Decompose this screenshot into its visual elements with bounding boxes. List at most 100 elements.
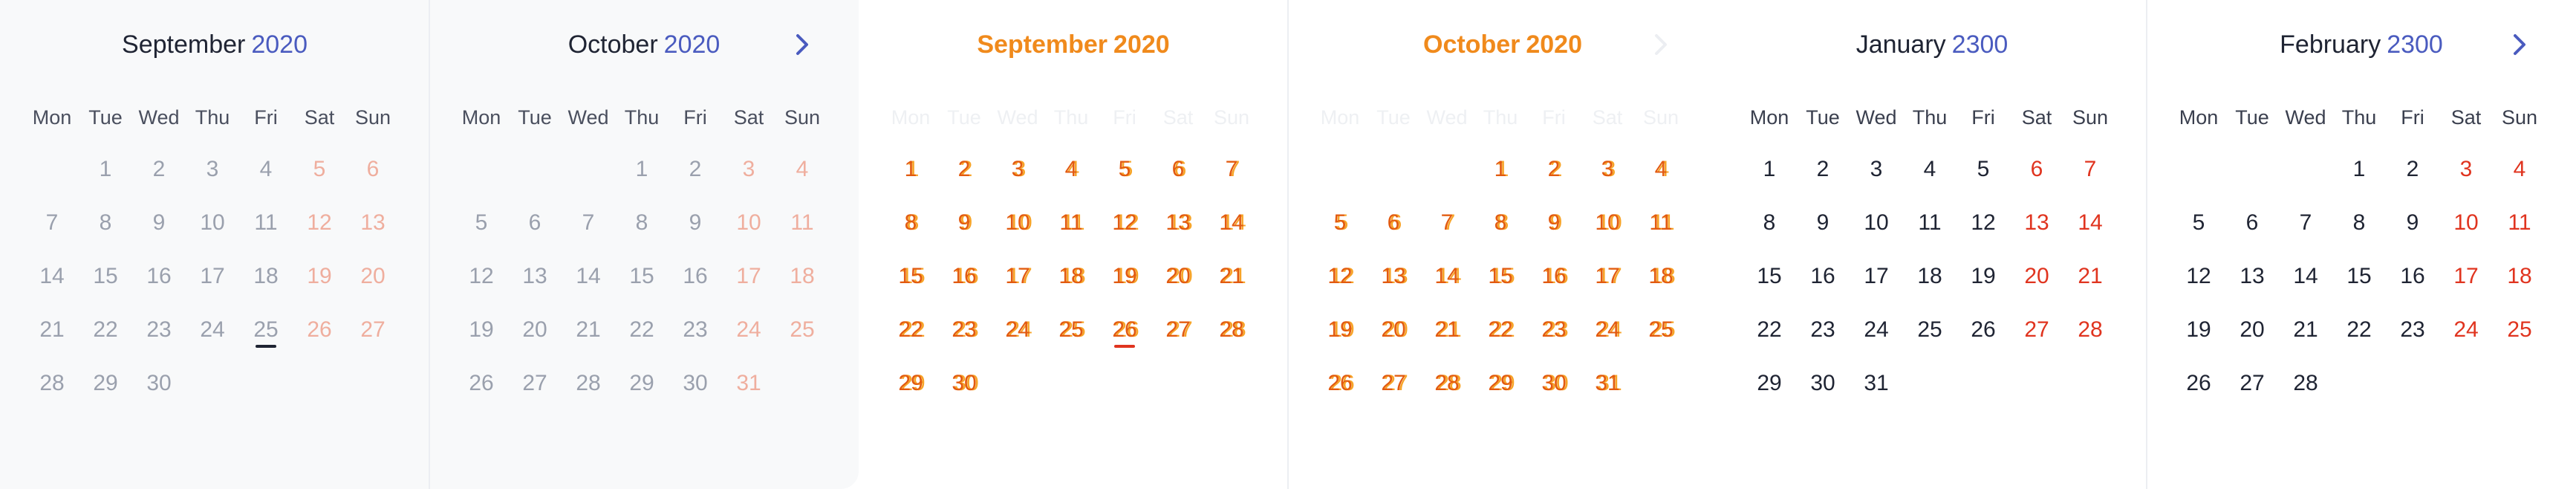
day-cell[interactable]: 29 <box>79 357 132 410</box>
day-cell[interactable]: 20 <box>1151 250 1205 303</box>
next-month-button[interactable] <box>2505 27 2534 62</box>
day-cell[interactable]: 24 <box>991 303 1044 357</box>
day-cell[interactable]: 9 <box>2386 196 2439 250</box>
day-cell[interactable]: 10 <box>1581 196 1634 250</box>
day-cell[interactable]: 1 <box>2332 143 2386 196</box>
day-cell[interactable]: 9 <box>937 196 991 250</box>
day-cell[interactable]: 16 <box>937 250 991 303</box>
day-cell[interactable]: 22 <box>615 303 669 357</box>
day-cell[interactable]: 5 <box>1957 143 2010 196</box>
day-cell[interactable]: 5 <box>1098 143 1151 196</box>
day-cell[interactable]: 23 <box>937 303 991 357</box>
day-cell[interactable]: 24 <box>2439 303 2493 357</box>
day-cell[interactable]: 8 <box>79 196 132 250</box>
year-label[interactable]: 2020 <box>1113 30 1170 59</box>
day-cell[interactable]: 7 <box>1205 143 1258 196</box>
day-cell[interactable]: 3 <box>1581 143 1634 196</box>
next-month-button[interactable] <box>1646 27 1676 62</box>
day-cell[interactable]: 10 <box>2439 196 2493 250</box>
day-cell[interactable]: 13 <box>1367 250 1420 303</box>
day-cell[interactable]: 19 <box>1098 250 1151 303</box>
day-cell[interactable]: 22 <box>1743 303 1796 357</box>
year-label[interactable]: 2300 <box>1952 30 2009 59</box>
day-cell[interactable]: 29 <box>1743 357 1796 410</box>
day-cell[interactable]: 9 <box>1527 196 1581 250</box>
day-cell[interactable]: 2 <box>1796 143 1850 196</box>
day-cell[interactable]: 28 <box>2279 357 2332 410</box>
day-cell[interactable]: 13 <box>2225 250 2279 303</box>
day-cell[interactable]: 16 <box>1527 250 1581 303</box>
day-cell[interactable]: 6 <box>508 196 562 250</box>
day-cell[interactable]: 21 <box>562 303 615 357</box>
day-cell[interactable]: 8 <box>1474 196 1527 250</box>
day-cell[interactable]: 30 <box>1527 357 1581 410</box>
day-cell[interactable]: 15 <box>615 250 669 303</box>
day-cell[interactable]: 28 <box>1205 303 1258 357</box>
day-cell[interactable]: 12 <box>1957 196 2010 250</box>
day-cell[interactable]: 30 <box>669 357 722 410</box>
day-cell[interactable]: 23 <box>132 303 186 357</box>
day-cell[interactable]: 8 <box>615 196 669 250</box>
day-cell[interactable]: 8 <box>2332 196 2386 250</box>
day-cell[interactable]: 14 <box>1205 196 1258 250</box>
day-cell[interactable]: 24 <box>186 303 239 357</box>
day-cell[interactable]: 27 <box>346 303 400 357</box>
day-cell[interactable]: 2 <box>669 143 722 196</box>
day-cell[interactable]: 12 <box>455 250 508 303</box>
day-cell[interactable]: 31 <box>1581 357 1634 410</box>
day-cell[interactable]: 25 <box>775 303 829 357</box>
day-cell[interactable]: 12 <box>1098 196 1151 250</box>
day-cell[interactable]: 18 <box>2493 250 2546 303</box>
day-cell[interactable]: 11 <box>239 196 293 250</box>
day-cell[interactable]: 16 <box>132 250 186 303</box>
day-cell[interactable]: 25 <box>2493 303 2546 357</box>
day-cell[interactable]: 28 <box>2063 303 2117 357</box>
day-cell[interactable]: 18 <box>239 250 293 303</box>
day-cell[interactable]: 12 <box>2172 250 2225 303</box>
day-cell[interactable]: 27 <box>1367 357 1420 410</box>
day-cell[interactable]: 9 <box>132 196 186 250</box>
day-cell[interactable]: 17 <box>1581 250 1634 303</box>
day-cell[interactable]: 3 <box>1850 143 1903 196</box>
day-cell[interactable]: 13 <box>2010 196 2063 250</box>
day-cell-today[interactable]: 26 <box>1098 303 1151 357</box>
day-cell[interactable]: 6 <box>346 143 400 196</box>
day-cell[interactable]: 26 <box>2172 357 2225 410</box>
day-cell[interactable]: 17 <box>1850 250 1903 303</box>
day-cell[interactable]: 19 <box>1957 250 2010 303</box>
day-cell[interactable]: 17 <box>2439 250 2493 303</box>
day-cell[interactable]: 30 <box>132 357 186 410</box>
day-cell[interactable]: 26 <box>1957 303 2010 357</box>
day-cell[interactable]: 21 <box>1420 303 1474 357</box>
day-cell[interactable]: 24 <box>1850 303 1903 357</box>
day-cell[interactable]: 17 <box>991 250 1044 303</box>
day-cell[interactable]: 19 <box>2172 303 2225 357</box>
day-cell[interactable]: 13 <box>1151 196 1205 250</box>
day-cell[interactable]: 23 <box>1796 303 1850 357</box>
day-cell[interactable]: 7 <box>562 196 615 250</box>
day-cell[interactable]: 29 <box>615 357 669 410</box>
day-cell[interactable]: 29 <box>1474 357 1527 410</box>
day-cell[interactable]: 26 <box>455 357 508 410</box>
day-cell[interactable]: 2 <box>1527 143 1581 196</box>
day-cell[interactable]: 25 <box>1903 303 1957 357</box>
day-cell[interactable]: 11 <box>775 196 829 250</box>
next-month-button[interactable] <box>787 27 817 62</box>
day-cell[interactable]: 10 <box>722 196 775 250</box>
day-cell[interactable]: 7 <box>2279 196 2332 250</box>
day-cell[interactable]: 8 <box>884 196 937 250</box>
day-cell-today[interactable]: 25 <box>239 303 293 357</box>
day-cell[interactable]: 18 <box>1903 250 1957 303</box>
day-cell[interactable]: 15 <box>884 250 937 303</box>
day-cell[interactable]: 30 <box>937 357 991 410</box>
day-cell[interactable]: 9 <box>1796 196 1850 250</box>
day-cell[interactable]: 31 <box>1850 357 1903 410</box>
year-label[interactable]: 2020 <box>1526 30 1582 59</box>
day-cell[interactable]: 18 <box>1044 250 1098 303</box>
day-cell[interactable]: 23 <box>1527 303 1581 357</box>
day-cell[interactable]: 16 <box>1796 250 1850 303</box>
day-cell[interactable]: 19 <box>293 250 346 303</box>
day-cell[interactable]: 22 <box>1474 303 1527 357</box>
day-cell[interactable]: 14 <box>25 250 79 303</box>
day-cell[interactable]: 27 <box>1151 303 1205 357</box>
